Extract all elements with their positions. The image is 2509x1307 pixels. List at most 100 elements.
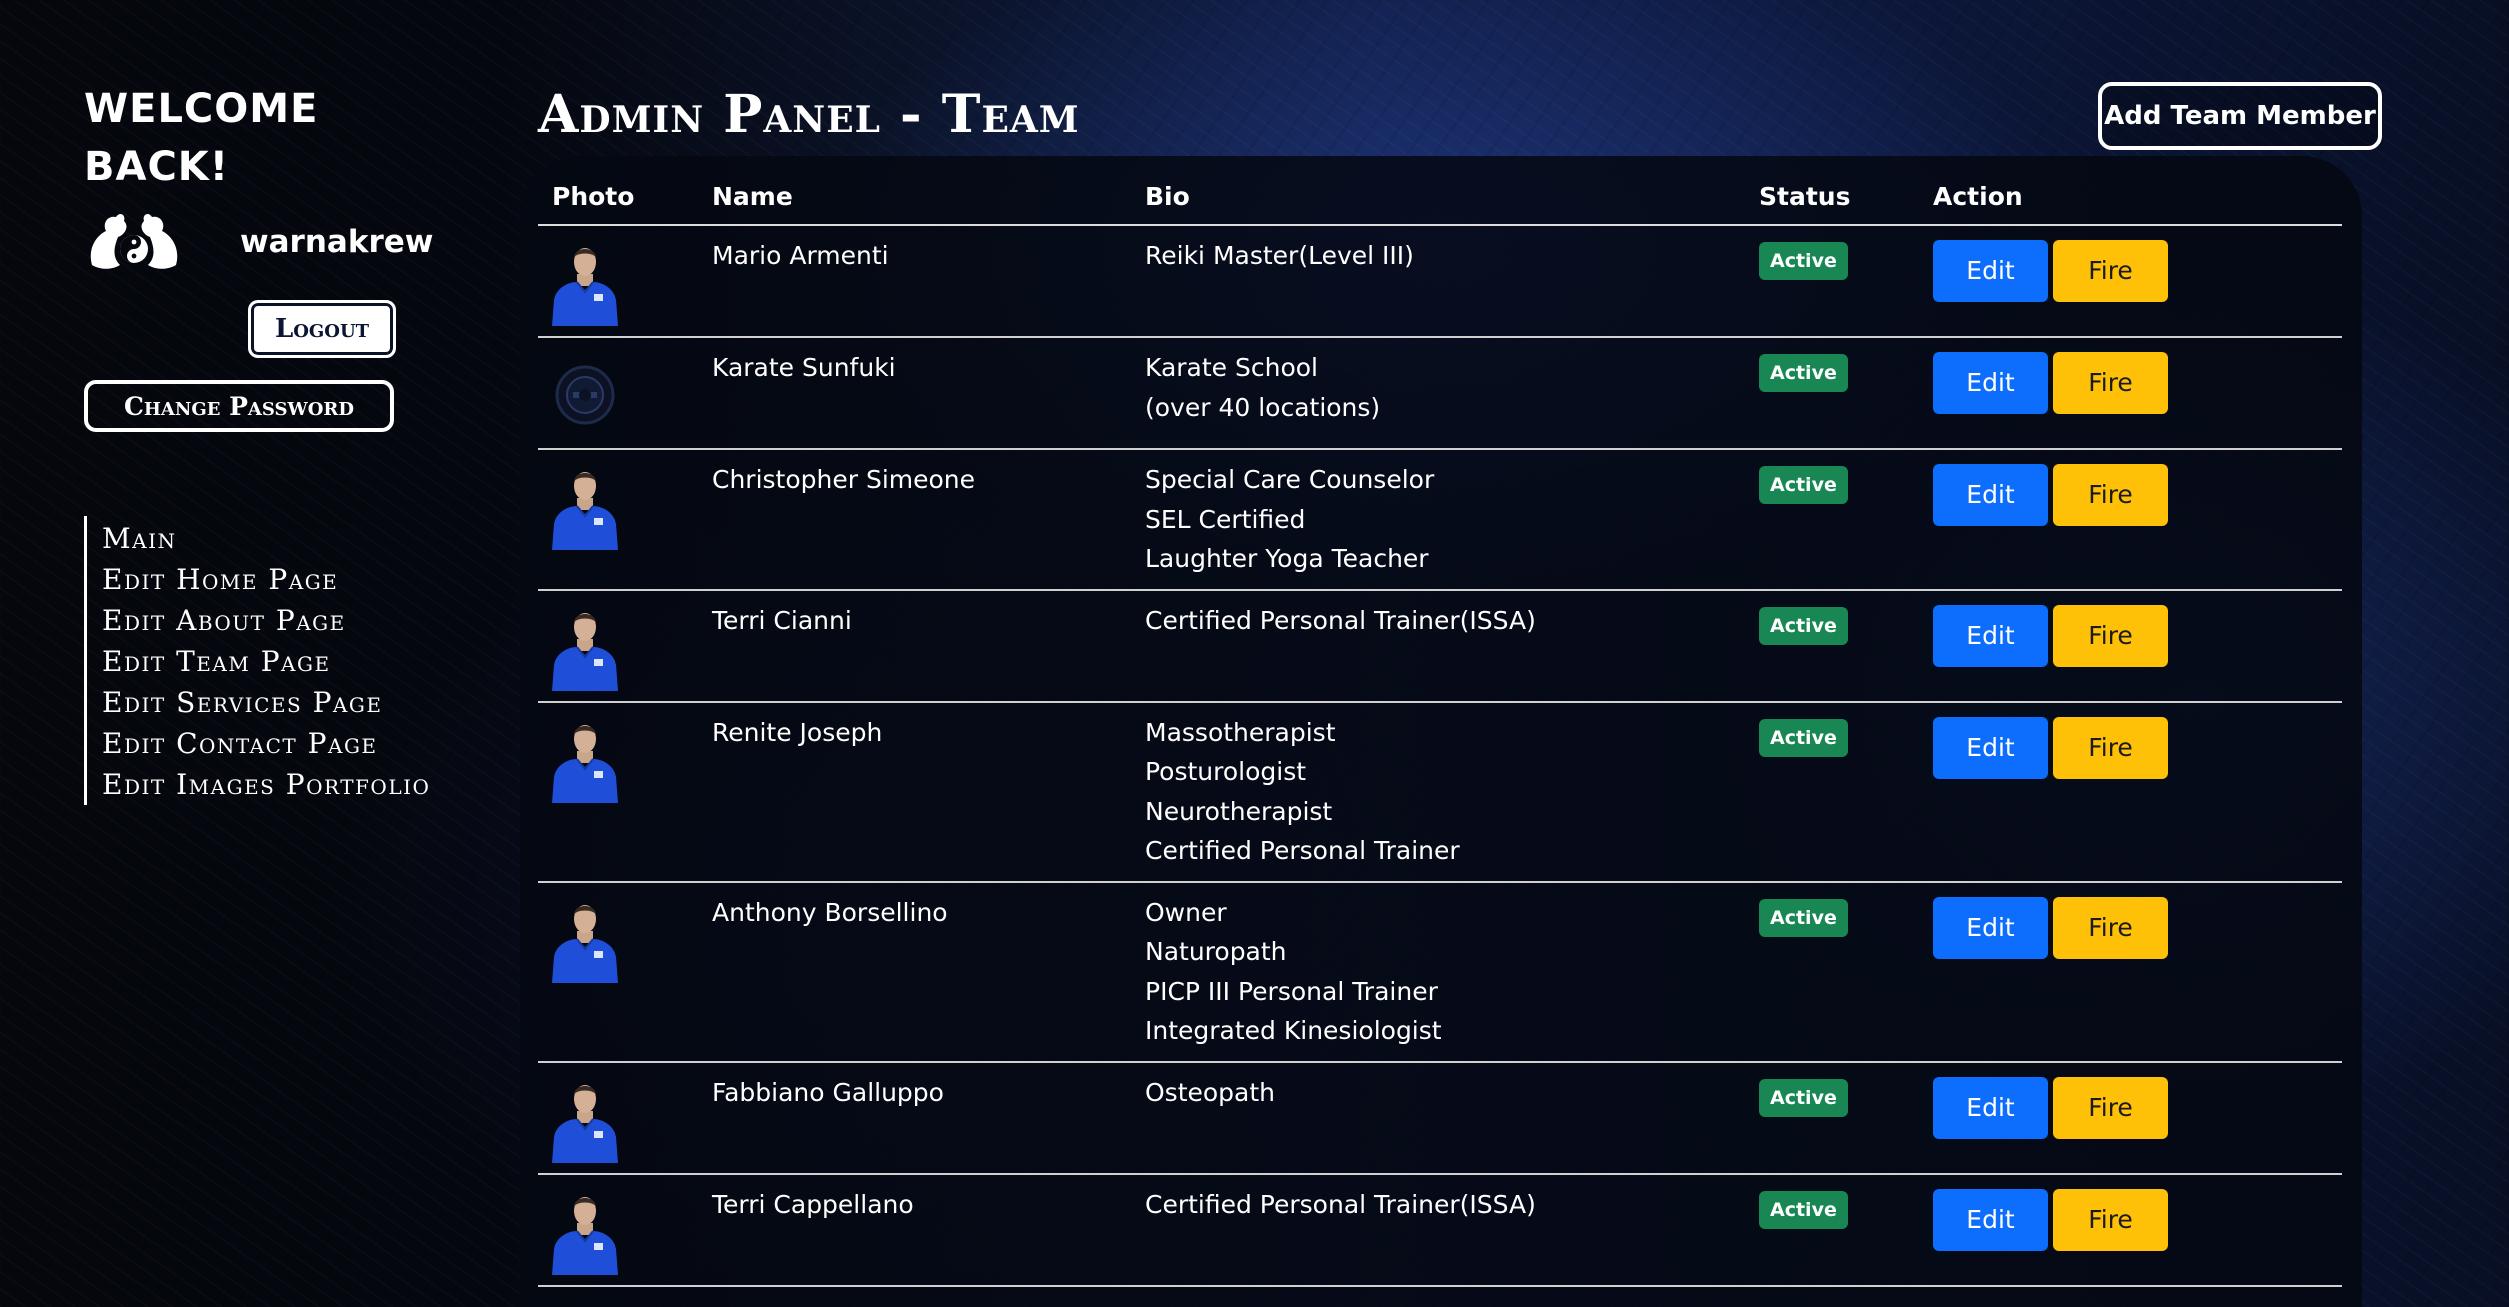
photo-cell xyxy=(538,337,698,450)
nav-item-edit-services-page[interactable]: Edit Services Page xyxy=(102,682,464,723)
bio-line: Certified Personal Trainer xyxy=(1145,836,1460,865)
logout-button[interactable]: Logout xyxy=(248,300,396,358)
edit-button[interactable]: Edit xyxy=(1933,352,2048,414)
member-bio: Certified Personal Trainer(ISSA) xyxy=(1131,1173,1745,1287)
fire-button[interactable]: Fire xyxy=(2053,604,2168,667)
member-bio: Osteopath xyxy=(1131,1061,1745,1175)
member-name: Karate Sunfuki xyxy=(698,337,1131,450)
fire-button[interactable]: Fire xyxy=(2053,896,2168,959)
status-cell: Active xyxy=(1745,225,1919,338)
photo-cell xyxy=(538,881,698,1063)
bio-line: Karate School xyxy=(1145,353,1318,382)
fire-button[interactable]: Fire xyxy=(2053,464,2168,526)
table-row: Mario Armenti Reiki Master(Level III) Acti… xyxy=(538,225,2342,338)
bio-line: Certified Personal Trainer(ISSA) xyxy=(1145,605,1536,635)
status-badge: Active xyxy=(1759,718,1848,757)
member-bio: Karate School (over 40 locations) xyxy=(1131,337,1745,450)
photo-cell xyxy=(538,1061,698,1175)
column-header-status: Status xyxy=(1745,168,1919,226)
bio-line: (over 40 locations) xyxy=(1145,392,1381,422)
member-name: Anthony Borsellino xyxy=(698,881,1131,1063)
nav-item-edit-home-page[interactable]: Edit Home Page xyxy=(102,559,464,600)
bio-line: Owner xyxy=(1145,897,1227,927)
user-row: warnakrew xyxy=(84,204,464,280)
fire-button[interactable]: Fire xyxy=(2053,352,2168,414)
action-cell: Edit Fire xyxy=(1919,701,2342,883)
team-member-photo xyxy=(550,240,620,326)
karate-logo-image xyxy=(550,352,620,438)
photo-cell xyxy=(538,701,698,883)
action-cell: Edit Fire xyxy=(1919,1061,2342,1175)
team-member-photo xyxy=(550,897,620,983)
member-name: Terri Cappellano xyxy=(698,1173,1131,1287)
column-header-name: Name xyxy=(698,168,1131,226)
bio-line: Integrated Kinesiologist xyxy=(1145,1016,1442,1045)
member-name: Fabbiano Galluppo xyxy=(698,1061,1131,1175)
status-badge: Active xyxy=(1759,354,1848,392)
team-rows: Mario Armenti Reiki Master(Level III) Acti… xyxy=(538,225,2342,1287)
column-header-photo: Photo xyxy=(538,168,698,226)
table-row: Anthony Borsellino Owner Naturopath PICP II… xyxy=(538,881,2342,1063)
nav-item-edit-team-page[interactable]: Edit Team Page xyxy=(102,641,464,682)
status-cell: Active xyxy=(1745,589,1919,703)
status-badge: Active xyxy=(1759,1078,1848,1117)
member-name: Christopher Simeone xyxy=(698,449,1131,591)
edit-button[interactable]: Edit xyxy=(1933,896,2048,959)
member-bio: Special Care Counselor SEL Certified Laugh… xyxy=(1131,449,1745,591)
member-bio: Certified Personal Trainer(ISSA) xyxy=(1131,589,1745,703)
nav-item-main[interactable]: Main xyxy=(102,518,464,559)
status-badge: Active xyxy=(1759,1190,1848,1229)
sidebar: WELCOME BACK! warnakrew Logout Change Pa… xyxy=(84,80,464,805)
member-bio: Massotherapist Posturologist Neurotherapis… xyxy=(1131,701,1745,883)
status-cell: Active xyxy=(1745,449,1919,591)
edit-button[interactable]: Edit xyxy=(1933,716,2048,779)
table-row: Karate Sunfuki Karate School (over 40 loca… xyxy=(538,337,2342,450)
team-member-photo xyxy=(550,605,620,691)
column-header-action: Action xyxy=(1919,168,2342,226)
dragon-yin-yang-logo xyxy=(84,207,184,277)
bio-line: Naturopath xyxy=(1145,937,1287,966)
status-badge: Active xyxy=(1759,898,1848,937)
fire-button[interactable]: Fire xyxy=(2053,240,2168,302)
action-cell: Edit Fire xyxy=(1919,881,2342,1063)
table-header-row: Photo Name Bio Status Action xyxy=(538,168,2342,226)
bio-line: Neurotherapist xyxy=(1145,796,1333,826)
bio-line: Special Care Counselor xyxy=(1145,465,1435,494)
nav-item-edit-about-page[interactable]: Edit About Page xyxy=(102,600,464,641)
action-cell: Edit Fire xyxy=(1919,589,2342,703)
team-member-photo xyxy=(550,464,620,550)
status-cell: Active xyxy=(1745,337,1919,450)
team-member-photo xyxy=(550,1189,620,1275)
member-name: Mario Armenti xyxy=(698,225,1131,338)
status-badge: Active xyxy=(1759,606,1848,645)
edit-button[interactable]: Edit xyxy=(1933,604,2048,667)
bio-line: Osteopath xyxy=(1145,1077,1276,1107)
photo-cell xyxy=(538,225,698,338)
status-cell: Active xyxy=(1745,701,1919,883)
status-cell: Active xyxy=(1745,881,1919,1063)
nav-item-edit-images-portfolio[interactable]: Edit Images Portfolio xyxy=(102,764,464,805)
edit-button[interactable]: Edit xyxy=(1933,1076,2048,1139)
add-team-member-button[interactable]: Add Team Member xyxy=(2098,82,2382,150)
member-name: Renite Joseph xyxy=(698,701,1131,883)
bio-line: Laughter Yoga Teacher xyxy=(1145,544,1429,573)
action-cell: Edit Fire xyxy=(1919,337,2342,450)
change-password-button[interactable]: Change Password xyxy=(84,380,394,432)
username: warnakrew xyxy=(240,224,434,260)
edit-button[interactable]: Edit xyxy=(1933,464,2048,526)
table-row: Fabbiano Galluppo Osteopath Active Edit Fire xyxy=(538,1061,2342,1175)
photo-cell xyxy=(538,1173,698,1287)
edit-button[interactable]: Edit xyxy=(1933,1188,2048,1251)
member-bio: Reiki Master(Level III) xyxy=(1131,225,1745,338)
edit-button[interactable]: Edit xyxy=(1933,240,2048,302)
action-cell: Edit Fire xyxy=(1919,1173,2342,1287)
fire-button[interactable]: Fire xyxy=(2053,1076,2168,1139)
column-header-bio: Bio xyxy=(1131,168,1745,226)
photo-cell xyxy=(538,449,698,591)
admin-nav: Main Edit Home Page Edit About Page Edit… xyxy=(84,516,464,805)
nav-item-edit-contact-page[interactable]: Edit Contact Page xyxy=(102,723,464,764)
bio-line: Reiki Master(Level III) xyxy=(1145,241,1414,270)
status-cell: Active xyxy=(1745,1061,1919,1175)
fire-button[interactable]: Fire xyxy=(2053,1188,2168,1251)
fire-button[interactable]: Fire xyxy=(2053,716,2168,779)
